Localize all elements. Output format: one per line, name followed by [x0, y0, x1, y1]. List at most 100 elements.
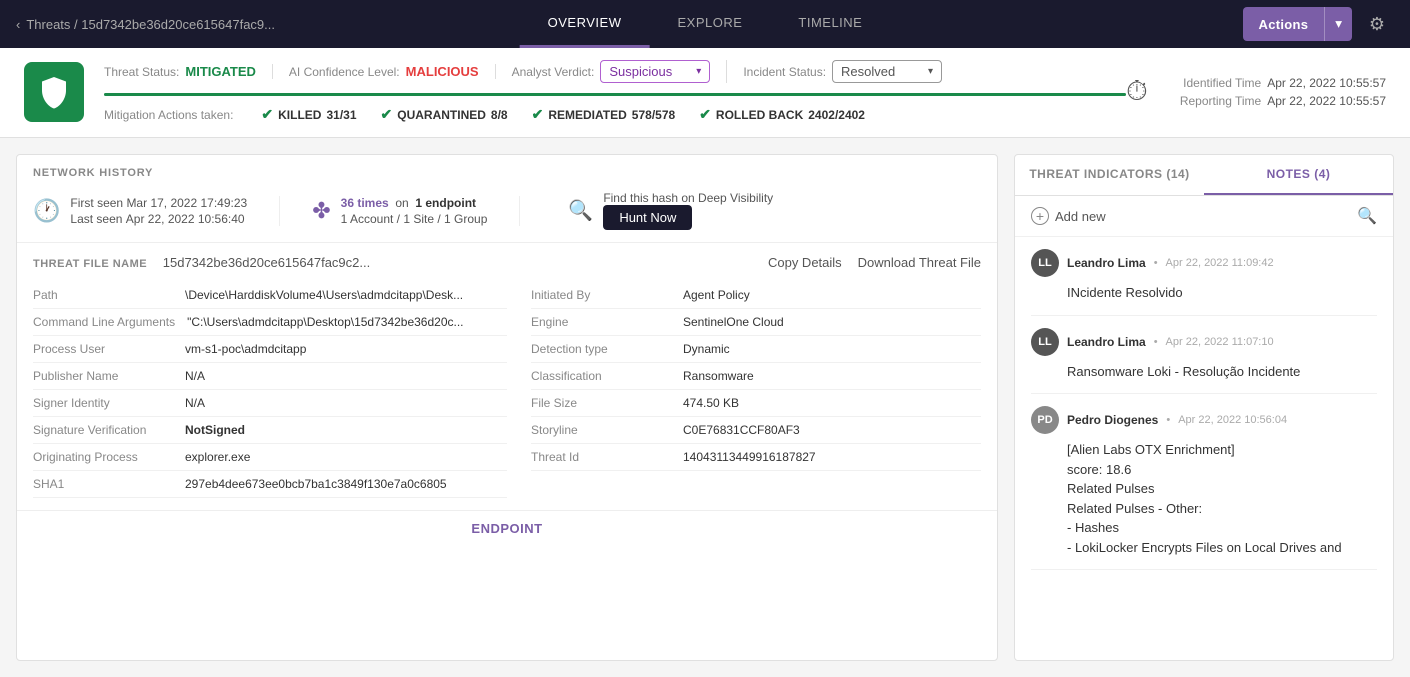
panel-search-icon[interactable]: 🔍 [1357, 206, 1377, 226]
threat-file-name-value: 15d7342be36d20ce615647fac9c2... [163, 255, 370, 270]
remediated-count: 578/578 [632, 108, 675, 122]
endpoint-stat-block: ✤ 36 times on 1 endpoint 1 Account / 1 S… [312, 196, 520, 226]
detail-classification: Classification Ransomware [531, 363, 981, 390]
tab-notes[interactable]: NOTES (4) [1204, 155, 1393, 195]
chevron-down-icon-2: ▾ [928, 66, 933, 77]
analyst-verdict-field: Analyst Verdict: Suspicious ▾ [512, 60, 728, 83]
killed-label: KILLED [278, 108, 321, 122]
left-panel: NETWORK HISTORY 🕐 First seen Mar 17, 202… [16, 154, 998, 661]
mitigation-label: Mitigation Actions taken: [104, 108, 233, 122]
download-threat-file-button[interactable]: Download Threat File [858, 255, 981, 270]
nav-right: Actions ▾ ⚙ [1243, 7, 1394, 41]
check-circle-icon-2: ✔ [381, 106, 393, 123]
detail-detection-type: Detection type Dynamic [531, 336, 981, 363]
mitigation-row: Mitigation Actions taken: ✔ KILLED 31/31… [104, 106, 1126, 123]
detail-engine: Engine SentinelOne Cloud [531, 309, 981, 336]
details-left: Path \Device\HarddiskVolume4\Users\admdc… [33, 282, 507, 498]
tab-explore[interactable]: EXPLORE [649, 0, 770, 48]
status-bar: Threat Status: MITIGATED AI Confidence L… [0, 48, 1410, 138]
clock-stat-icon: 🕐 [33, 198, 60, 224]
note-2-avatar: LL [1031, 328, 1059, 356]
search-icon: 🔍 [568, 198, 593, 223]
endpoint-title: ENDPOINT [33, 521, 981, 536]
quarantined-item: ✔ QUARANTINED 8/8 [381, 106, 508, 123]
note-2-header: LL Leandro Lima • Apr 22, 2022 11:07:10 [1031, 328, 1377, 356]
threat-status-field: Threat Status: MITIGATED [104, 64, 273, 79]
add-new-button[interactable]: + Add new [1031, 207, 1106, 225]
network-history-section: NETWORK HISTORY 🕐 First seen Mar 17, 202… [17, 155, 997, 243]
detail-initiated-by: Initiated By Agent Policy [531, 282, 981, 309]
details-right: Initiated By Agent Policy Engine Sentine… [507, 282, 981, 498]
tab-threat-indicators[interactable]: THREAT INDICATORS (14) [1015, 155, 1204, 195]
note-2-body: Ransomware Loki - Resolução Incidente [1031, 362, 1377, 382]
compass-icon: ✤ [312, 198, 330, 224]
threat-actions: Copy Details Download Threat File [768, 255, 981, 270]
rolled-back-label: ROLLED BACK [716, 108, 803, 122]
endpoint-text: 36 times on 1 endpoint 1 Account / 1 Sit… [341, 196, 488, 226]
detail-publisher: Publisher Name N/A [33, 363, 507, 390]
note-item-3: PD Pedro Diogenes • Apr 22, 2022 10:56:0… [1031, 394, 1377, 570]
breadcrumb-text: Threats / 15d7342be36d20ce615647fac9... [26, 17, 275, 32]
detail-sig-verify: Signature Verification NotSigned [33, 417, 507, 444]
hunt-text: Find this hash on Deep Visibility Hunt N… [603, 191, 773, 230]
network-history-title: NETWORK HISTORY [33, 167, 981, 179]
chevron-down-icon: ▾ [696, 66, 701, 77]
check-circle-icon-3: ✔ [532, 106, 544, 123]
rolled-back-count: 2402/2402 [808, 108, 865, 122]
note-3-date: Apr 22, 2022 10:56:04 [1178, 414, 1287, 426]
note-item-1: LL Leandro Lima • Apr 22, 2022 11:09:42 … [1031, 237, 1377, 316]
notes-list: LL Leandro Lima • Apr 22, 2022 11:09:42 … [1015, 237, 1393, 660]
threat-details-grid: Path \Device\HarddiskVolume4\Users\admdc… [33, 282, 981, 498]
remediated-item: ✔ REMEDIATED 578/578 [532, 106, 676, 123]
tab-timeline[interactable]: TIMELINE [770, 0, 890, 48]
identified-time: Identified Time Apr 22, 2022 10:55:57 [1183, 76, 1386, 90]
note-3-header: PD Pedro Diogenes • Apr 22, 2022 10:56:0… [1031, 406, 1377, 434]
time-info: Identified Time Apr 22, 2022 10:55:57 Re… [1180, 76, 1386, 108]
check-circle-icon: ✔ [261, 106, 273, 123]
ai-confidence-field: AI Confidence Level: MALICIOUS [289, 64, 496, 79]
note-2-author: Leandro Lima [1067, 335, 1146, 349]
hunt-block: 🔍 Find this hash on Deep Visibility Hunt… [552, 191, 773, 230]
ai-confidence-value: MALICIOUS [406, 64, 479, 79]
top-navigation: ‹ Threats / 15d7342be36d20ce615647fac9..… [0, 0, 1410, 48]
detail-originating: Originating Process explorer.exe [33, 444, 507, 471]
copy-details-button[interactable]: Copy Details [768, 255, 842, 270]
detail-threat-id: Threat Id 14043113449916187827 [531, 444, 981, 471]
incident-status-field: Incident Status: Resolved ▾ [743, 60, 958, 83]
detail-file-size: File Size 474.50 KB [531, 390, 981, 417]
actions-button[interactable]: Actions ▾ [1243, 7, 1352, 41]
status-fields: Threat Status: MITIGATED AI Confidence L… [104, 60, 1126, 123]
shield-check-svg [36, 74, 72, 110]
detail-cmd-args: Command Line Arguments "C:\Users\admdcit… [33, 309, 507, 336]
actions-dropdown-arrow[interactable]: ▾ [1324, 7, 1352, 41]
actions-button-label: Actions [1243, 7, 1325, 41]
times-endpoint: 36 times on 1 endpoint [341, 196, 488, 210]
note-2-date: Apr 22, 2022 11:07:10 [1166, 336, 1274, 348]
first-last-seen-text: First seen Mar 17, 2022 17:49:23 Last se… [70, 196, 247, 226]
first-seen: First seen Mar 17, 2022 17:49:23 [70, 196, 247, 210]
analyst-verdict-label: Analyst Verdict: [512, 65, 595, 79]
incident-status-label: Incident Status: [743, 65, 826, 79]
endpoint-area: ENDPOINT [17, 511, 997, 546]
time-section: ⏱ Identified Time Apr 22, 2022 10:55:57 … [1126, 75, 1386, 108]
tab-overview[interactable]: OVERVIEW [520, 0, 650, 48]
threat-file-header: THREAT FILE NAME 15d7342be36d20ce615647f… [33, 255, 981, 270]
reporting-time: Reporting Time Apr 22, 2022 10:55:57 [1180, 94, 1386, 108]
threat-status-label: Threat Status: [104, 65, 179, 79]
hunt-now-button[interactable]: Hunt Now [603, 205, 692, 230]
ai-confidence-label: AI Confidence Level: [289, 65, 400, 79]
killed-item: ✔ KILLED 31/31 [261, 106, 356, 123]
threat-file-name-label: THREAT FILE NAME [33, 258, 147, 270]
incident-status-dropdown[interactable]: Resolved ▾ [832, 60, 942, 83]
detail-sha1: SHA1 297eb4dee673ee0bcb7ba1c3849f130e7a0… [33, 471, 507, 498]
remediated-label: REMEDIATED [548, 108, 626, 122]
note-1-date: Apr 22, 2022 11:09:42 [1166, 257, 1274, 269]
note-3-avatar: PD [1031, 406, 1059, 434]
detail-path: Path \Device\HarddiskVolume4\Users\admdc… [33, 282, 507, 309]
network-stats: 🕐 First seen Mar 17, 2022 17:49:23 Last … [33, 191, 981, 230]
panel-toolbar: + Add new 🔍 [1015, 196, 1393, 237]
check-circle-icon-4: ✔ [699, 106, 711, 123]
analyst-verdict-dropdown[interactable]: Suspicious ▾ [600, 60, 710, 83]
threat-status-value: MITIGATED [185, 64, 256, 79]
settings-button[interactable]: ⚙ [1360, 7, 1394, 41]
